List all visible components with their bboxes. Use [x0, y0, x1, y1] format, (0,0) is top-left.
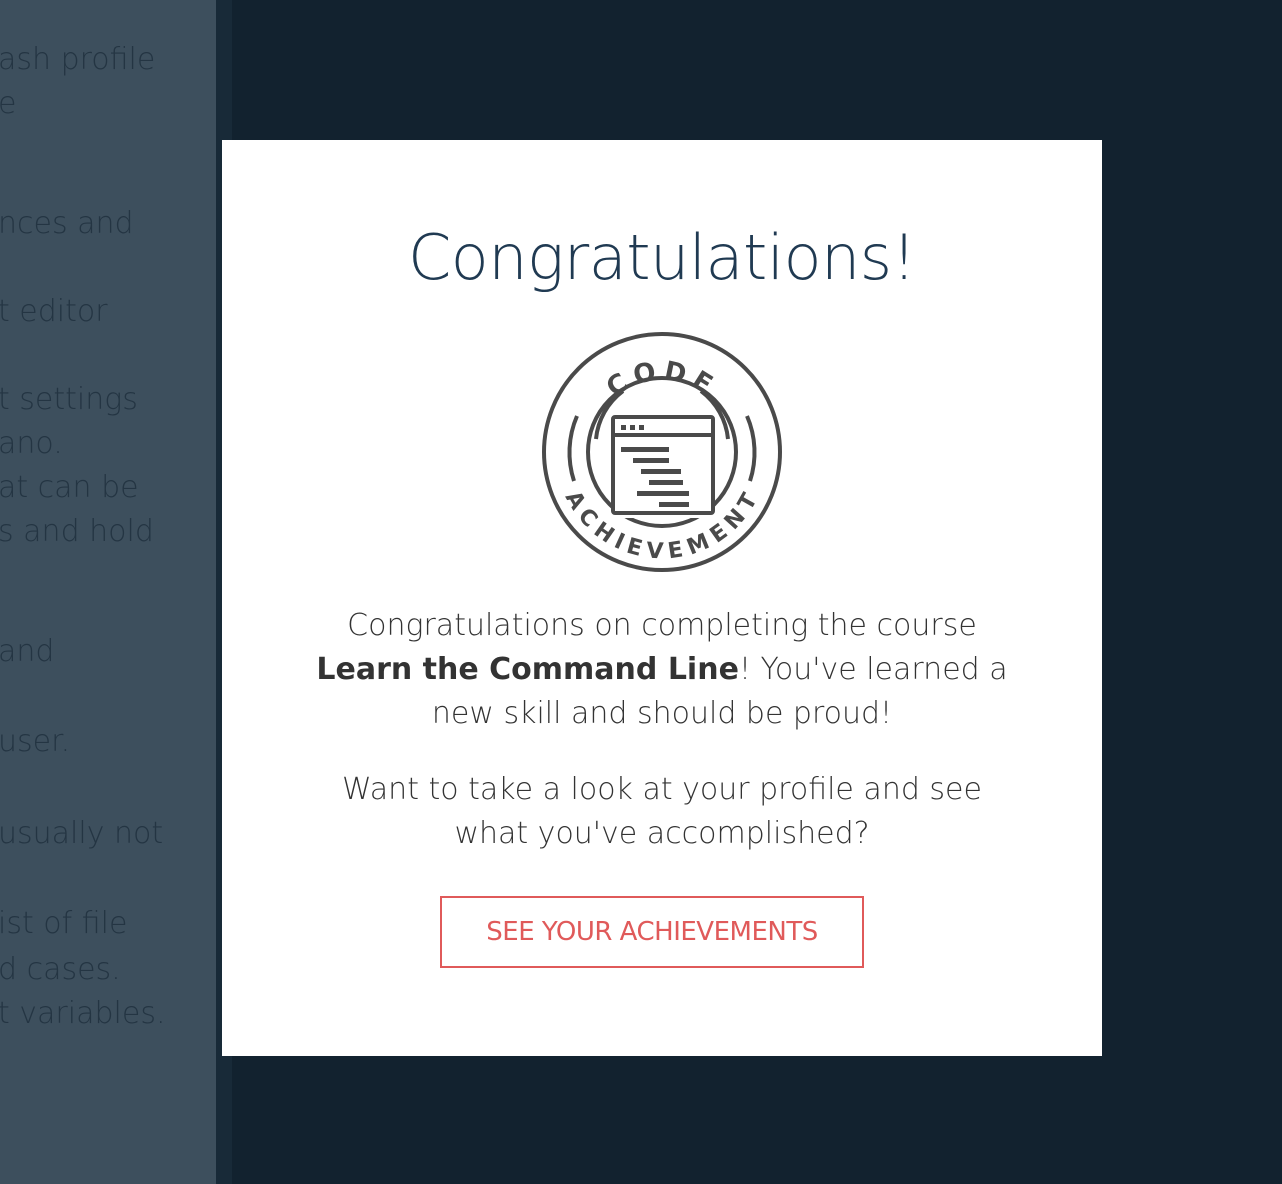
lesson-text-line: ist of file [0, 906, 128, 941]
lesson-text-line: nces and [0, 206, 134, 241]
lesson-text-line: at can be [0, 470, 139, 505]
modal-title: Congratulations! [408, 221, 916, 294]
lesson-text-line: and [0, 634, 55, 669]
lesson-text-line: t editor [0, 294, 108, 329]
lesson-text-line: usually not [0, 816, 164, 851]
lesson-text-line: user. [0, 724, 71, 759]
lesson-text-line: d cases. [0, 952, 121, 987]
svg-text:CODE: CODE [601, 356, 722, 403]
course-name: Learn the Command Line [316, 652, 739, 687]
lesson-text-line: e [0, 86, 17, 121]
lesson-text-line: t variables. [0, 996, 166, 1031]
lesson-text-line: ash profile [0, 42, 156, 77]
code-achievement-badge-icon: CODE ACHIEVEMENT [542, 332, 782, 572]
lesson-text-line: ano. [0, 426, 63, 461]
lesson-text-line: s and hold [0, 514, 154, 549]
profile-question: Want to take a look at your profile and … [342, 772, 982, 851]
message-prefix: Congratulations on completing the course [347, 608, 977, 643]
see-achievements-button[interactable]: SEE YOUR ACHIEVEMENTS [440, 896, 864, 968]
completion-message: Congratulations on completing the course… [302, 604, 1022, 736]
lesson-text-line: t settings [0, 382, 138, 417]
badge-top-text: CODE [601, 356, 716, 403]
lesson-panel: ash profile e nces and t editor t settin… [0, 0, 216, 1184]
